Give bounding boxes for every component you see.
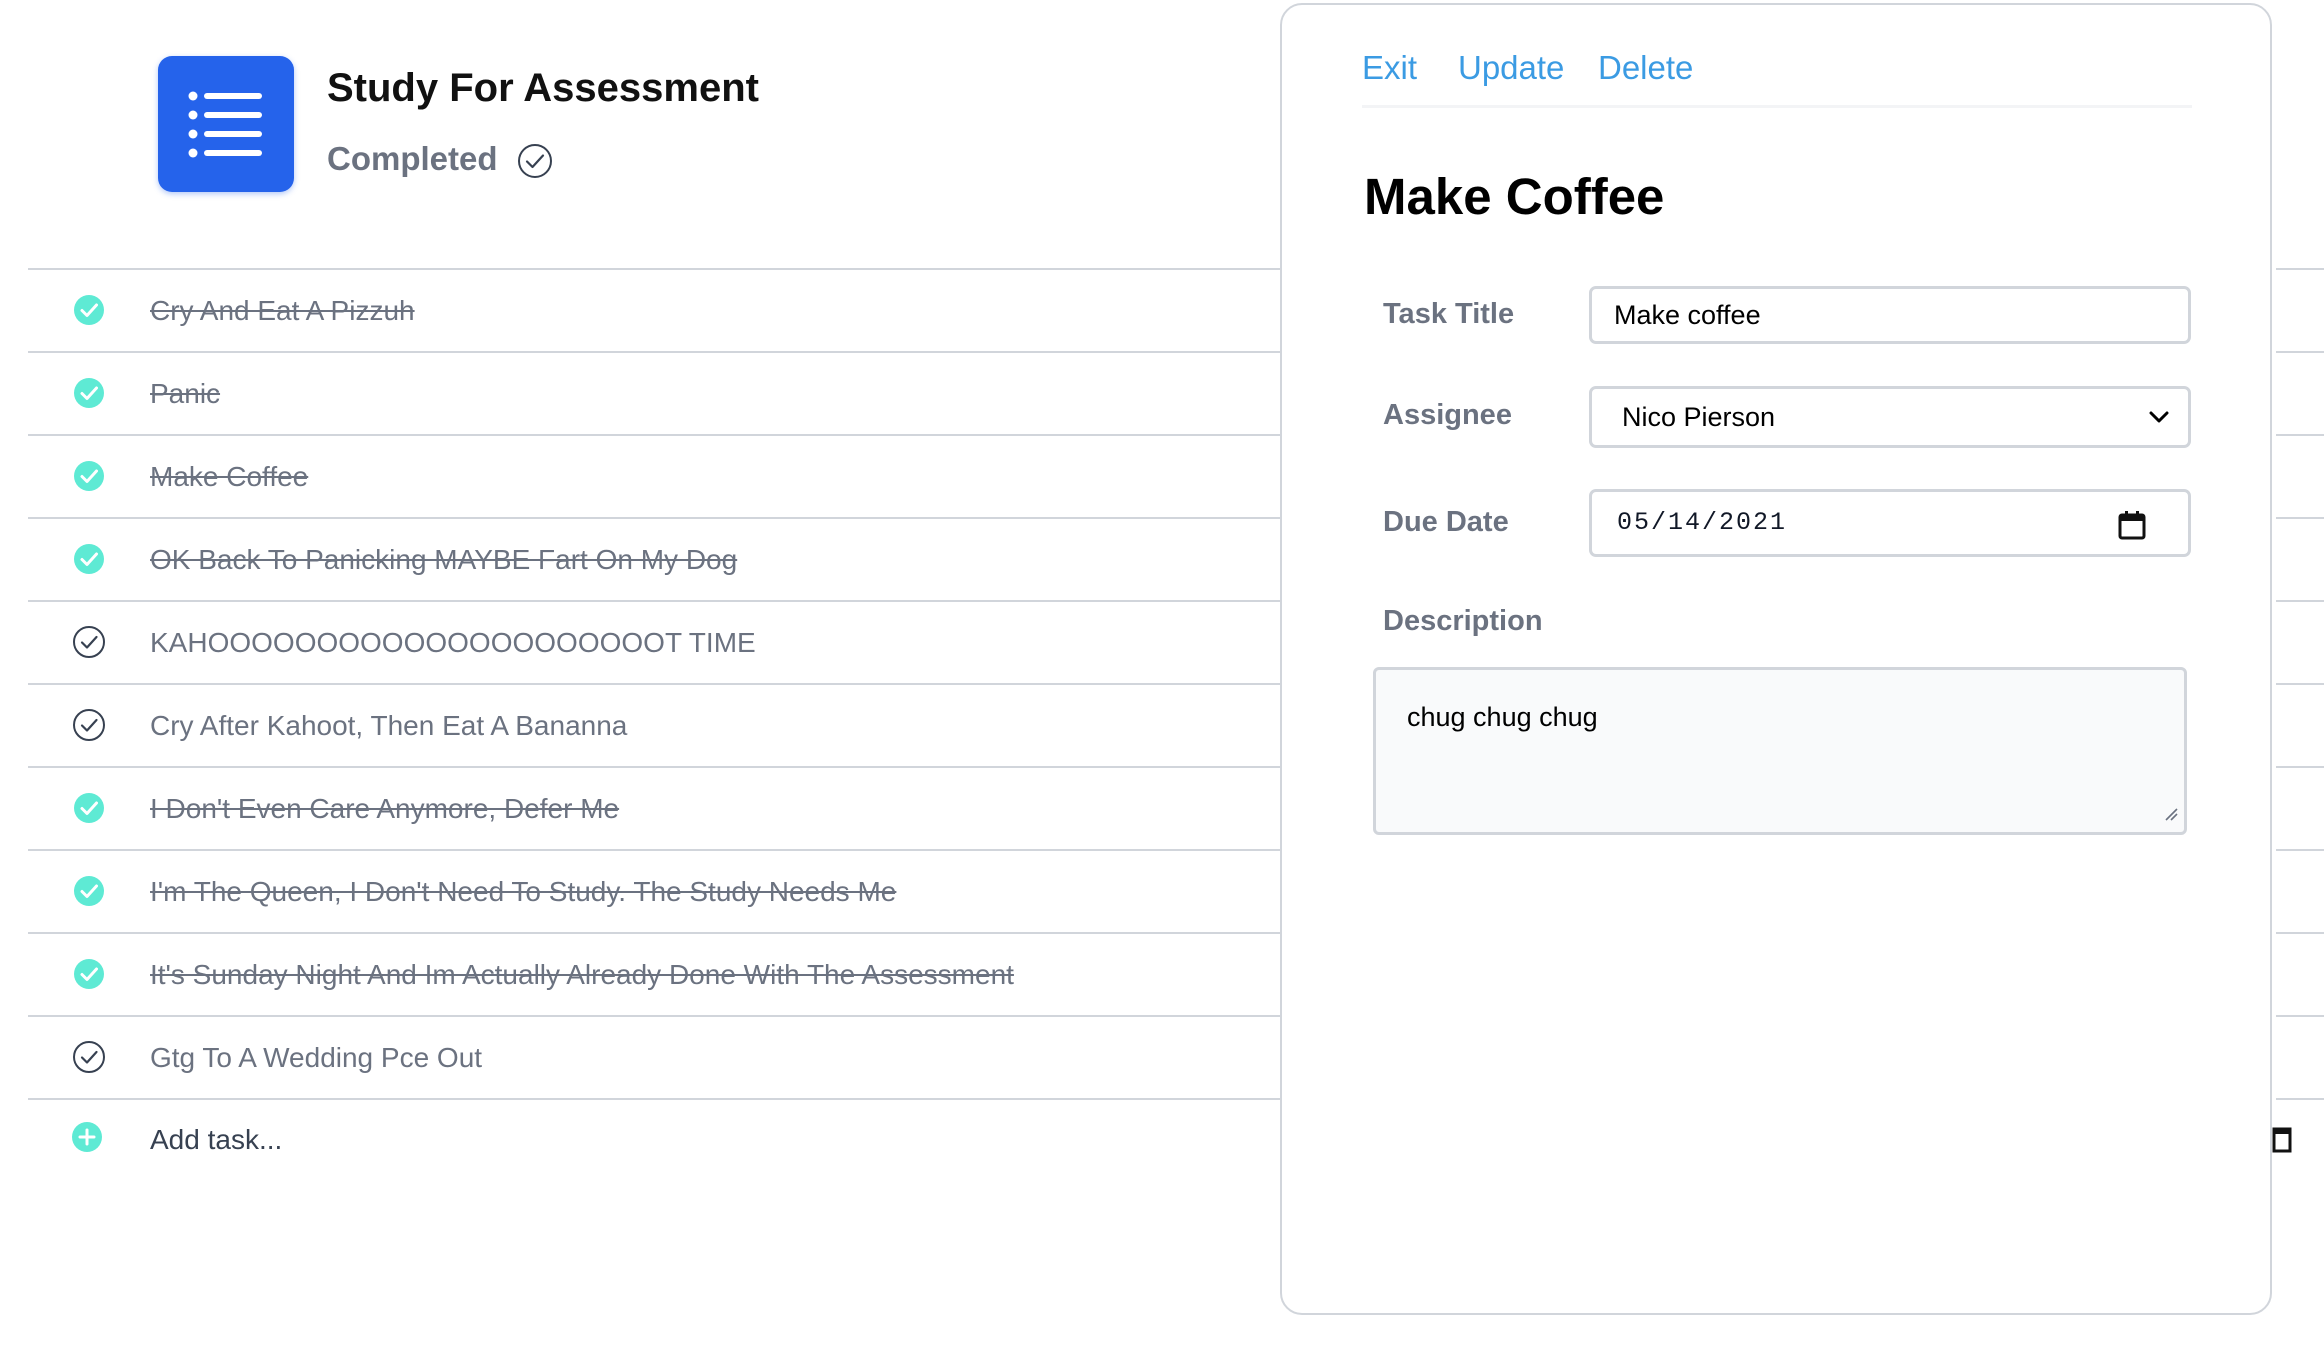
row-divider [2276, 932, 2324, 934]
row-divider [2276, 766, 2324, 768]
task-row[interactable]: I'm The Queen, I Don't Need To Study. Th… [28, 851, 1280, 934]
task-title-label: Task Title [1383, 298, 1515, 330]
row-divider [2276, 1098, 2324, 1100]
due-date-value[interactable]: 05/14/2021 [1592, 492, 1787, 554]
task-row[interactable]: Gtg To A Wedding Pce Out [28, 1017, 1280, 1100]
task-row[interactable]: KAHOOOOOOOOOOOOOOOOOOOOOT TIME [28, 602, 1280, 685]
update-button[interactable]: Update [1458, 49, 1564, 87]
task-row[interactable]: It's Sunday Night And Im Actually Alread… [28, 934, 1280, 1017]
assignee-label: Assignee [1383, 399, 1512, 431]
plus-circle-icon[interactable] [70, 1120, 104, 1159]
check-circle-filled-icon[interactable] [72, 957, 106, 991]
row-divider [2276, 600, 2324, 602]
task-label[interactable]: Panic [150, 353, 220, 434]
row-divider [2276, 434, 2324, 436]
task-label[interactable]: I'm The Queen, I Don't Need To Study. Th… [150, 851, 896, 932]
check-circle-filled-icon[interactable] [72, 791, 106, 825]
task-label[interactable]: Cry After Kahoot, Then Eat A Bananna [150, 685, 627, 766]
row-divider [2276, 683, 2324, 685]
task-detail-panel: Exit Update Delete Make Coffee Task Titl… [1280, 3, 2272, 1315]
calendar-icon [2272, 1124, 2292, 1159]
description-label: Description [1383, 605, 1543, 637]
row-divider [2276, 1015, 2324, 1017]
row-divider [2276, 351, 2324, 353]
check-circle-filled-icon[interactable] [72, 293, 106, 327]
check-circle-filled-icon[interactable] [72, 459, 106, 493]
check-circle-icon[interactable] [72, 708, 106, 742]
due-date-field[interactable]: 05/14/2021 [1589, 489, 2191, 557]
task-row[interactable]: Cry After Kahoot, Then Eat A Bananna [28, 685, 1280, 768]
project-title: Study For Assessment [327, 66, 759, 110]
row-divider [2276, 849, 2324, 851]
check-circle-icon[interactable] [72, 1040, 106, 1074]
add-task-row[interactable]: Add task... [28, 1100, 1280, 1180]
add-task-input[interactable]: Add task... [150, 1100, 282, 1180]
task-label[interactable]: KAHOOOOOOOOOOOOOOOOOOOOOT TIME [150, 602, 756, 683]
delete-button[interactable]: Delete [1598, 49, 1693, 87]
description-textarea[interactable]: chug chug chug [1373, 667, 2187, 835]
task-label[interactable]: OK Back To Panicking MAYBE Fart On My Do… [150, 519, 737, 600]
task-row[interactable]: Make Coffee [28, 436, 1280, 519]
check-circle-icon[interactable] [72, 625, 106, 659]
task-row[interactable]: Cry And Eat A Pizzuh [28, 270, 1280, 353]
list-icon [158, 56, 294, 192]
task-label[interactable]: Make Coffee [150, 436, 308, 517]
due-date-label: Due Date [1383, 506, 1509, 538]
chevron-down-icon [2148, 409, 2170, 430]
task-row[interactable]: OK Back To Panicking MAYBE Fart On My Do… [28, 519, 1280, 602]
project-status: Completed [327, 140, 498, 177]
calendar-icon[interactable] [2118, 510, 2146, 545]
row-divider [2276, 268, 2324, 270]
project-header: Study For Assessment Completed [0, 0, 1280, 268]
task-label[interactable]: I Don't Even Care Anymore, Defer Me [150, 768, 619, 849]
check-circle-filled-icon[interactable] [72, 542, 106, 576]
assignee-select[interactable]: Nico Pierson [1589, 386, 2191, 448]
task-row[interactable]: I Don't Even Care Anymore, Defer Me [28, 768, 1280, 851]
task-label[interactable]: It's Sunday Night And Im Actually Alread… [150, 934, 1014, 1015]
description-value: chug chug chug [1407, 702, 1598, 732]
task-title-input[interactable] [1592, 289, 2188, 341]
check-circle-icon[interactable] [517, 143, 553, 184]
task-title-field[interactable] [1589, 286, 2191, 344]
check-circle-filled-icon[interactable] [72, 376, 106, 410]
task-detail-title: Make Coffee [1364, 168, 1665, 225]
panel-actions: Exit Update Delete [1362, 49, 2192, 108]
task-list: Cry And Eat A Pizzuh Panic Make Coffee OK B… [28, 268, 1280, 1100]
check-circle-filled-icon[interactable] [72, 874, 106, 908]
task-row[interactable]: Panic [28, 353, 1280, 436]
exit-button[interactable]: Exit [1362, 49, 1417, 87]
row-divider [2276, 517, 2324, 519]
task-label[interactable]: Cry And Eat A Pizzuh [150, 270, 415, 351]
assignee-value: Nico Pierson [1622, 402, 1776, 432]
task-label[interactable]: Gtg To A Wedding Pce Out [150, 1017, 482, 1098]
resize-grip-icon[interactable] [2162, 805, 2178, 826]
